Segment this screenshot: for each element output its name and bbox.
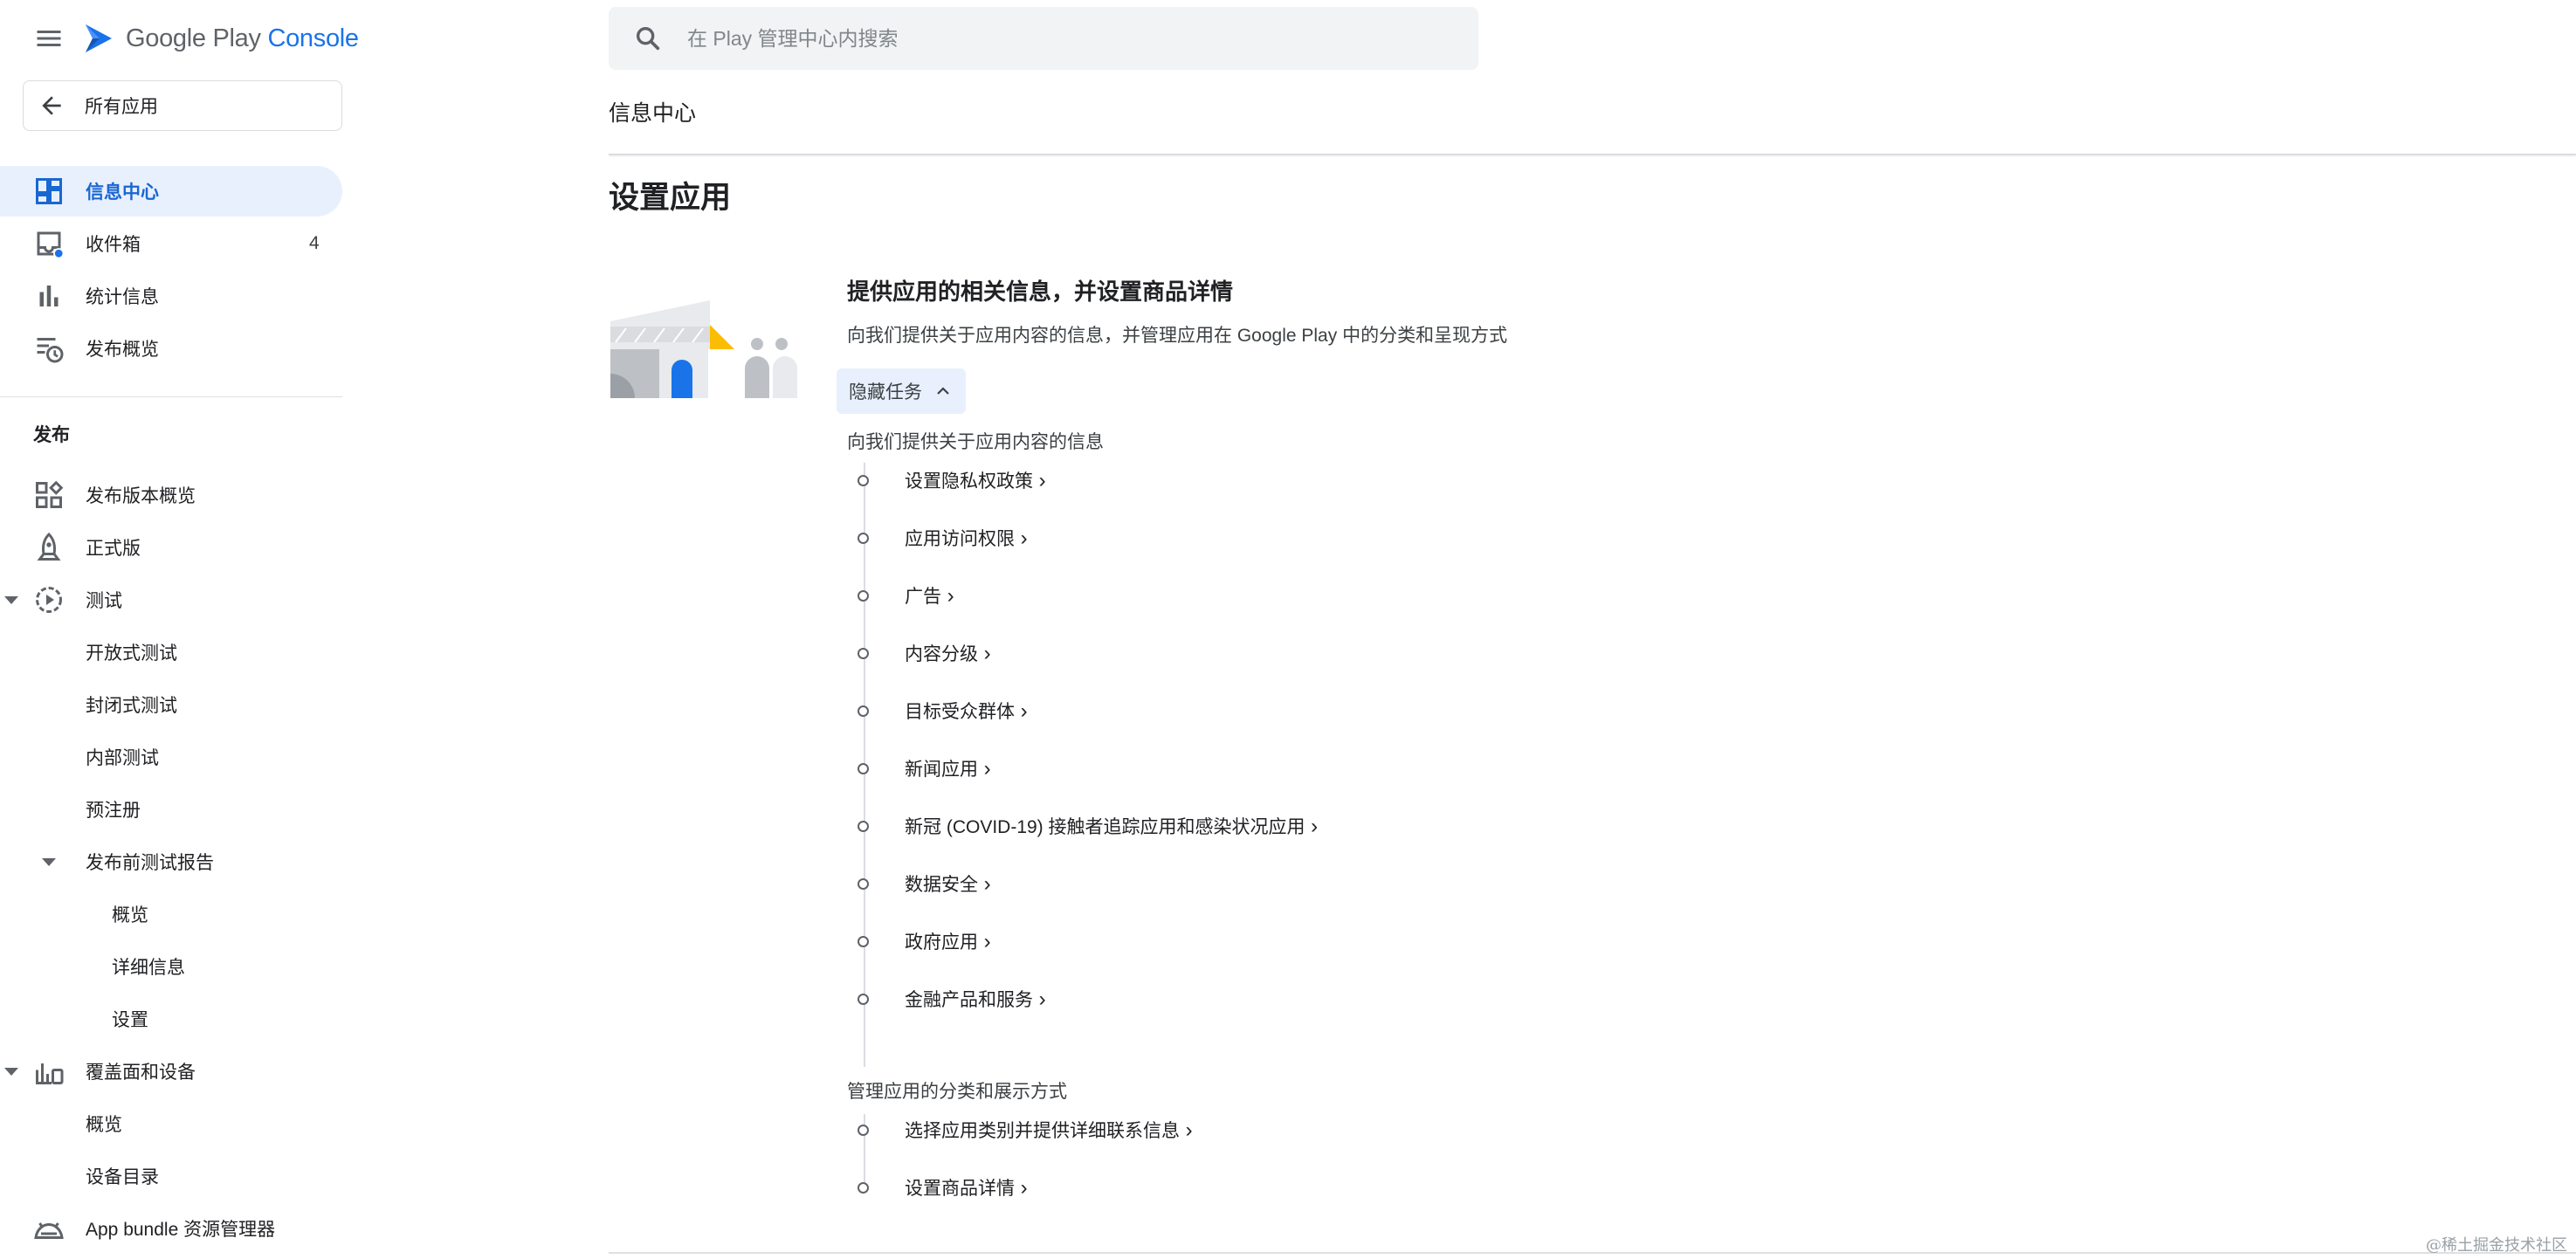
all-apps-button[interactable]: 所有应用 [23, 80, 342, 131]
task-group-label: 管理应用的分类和展示方式 [847, 1082, 1067, 1102]
task-status-dot [858, 1124, 869, 1136]
bar-chart-icon [39, 286, 59, 306]
sidebar-item-label: 概览 [112, 905, 148, 925]
sidebar-item-label: 收件箱 [86, 235, 141, 255]
task-link-label: 目标受众群体 [905, 698, 1028, 724]
production-icon [37, 532, 61, 561]
setup-card-title: 提供应用的相关信息，并设置商品详情 [847, 279, 1234, 305]
breadcrumb-title: 信息中心 [609, 101, 697, 126]
search-bar[interactable] [609, 7, 1478, 70]
inbox-count-badge: 4 [309, 233, 320, 253]
sidebar-item-label: 设备目录 [86, 1167, 159, 1187]
section-divider [609, 1252, 2576, 1254]
task-status-dot [858, 993, 869, 1005]
sidebar-divider [0, 396, 342, 397]
google-play-logo-icon [86, 24, 112, 52]
sidebar-item-label: 设置 [112, 1010, 148, 1030]
caret-down-icon[interactable] [4, 596, 18, 604]
arrow-back-icon [42, 96, 61, 115]
task-status-dot [858, 1181, 869, 1194]
task-group-label: 向我们提供关于应用内容的信息 [847, 432, 1104, 452]
sidebar-item-label: 开放式测试 [86, 643, 177, 664]
dashboard-icon [36, 178, 62, 204]
search-input[interactable] [685, 25, 1457, 52]
logo-text: Google Play Console [126, 24, 359, 52]
task-status-dot [858, 935, 869, 947]
caret-down-icon[interactable] [4, 1068, 18, 1076]
search-icon [636, 26, 660, 51]
task-link-label: 数据安全 [905, 870, 991, 897]
release-section-heading: 发布 [33, 425, 70, 445]
google-play-console-logo[interactable]: Google Play Console [80, 17, 359, 59]
page-title: 设置应用 [609, 181, 732, 215]
task-status-dot [858, 647, 869, 659]
release-overview-icon [36, 480, 64, 508]
reach-devices-icon [36, 1063, 64, 1084]
task-link-label: 选择应用类别并提供详细联系信息 [905, 1117, 1193, 1143]
task-link-label: 应用访问权限 [905, 525, 1028, 551]
task-status-dot [858, 589, 869, 602]
menu-icon[interactable] [33, 23, 65, 54]
task-link-label: 金融产品和服务 [905, 986, 1046, 1012]
chevron-up-icon [937, 387, 949, 395]
setup-card-subtitle: 向我们提供关于应用内容的信息，并管理应用在 Google Play 中的分类和呈… [847, 326, 1508, 346]
task-link-label: 广告 [905, 582, 954, 609]
sidebar: Google Play Console 所有应用 信息中心 收件箱 4 统计信息 [0, 0, 359, 1259]
hide-tasks-label: 隐藏任务 [849, 382, 922, 402]
caret-down-icon[interactable] [42, 858, 56, 866]
sidebar-item-label: 预注册 [86, 801, 141, 821]
app-bundle-icon [34, 1222, 64, 1239]
sidebar-item-dashboard[interactable]: 信息中心 [0, 166, 342, 217]
sidebar-item-label: 正式版 [86, 539, 141, 559]
task-link-label: 设置隐私权政策 [905, 467, 1046, 493]
task-link-label: 内容分级 [905, 640, 991, 666]
task-link-label: 政府应用 [905, 928, 991, 954]
sidebar-item-label: 统计信息 [86, 287, 159, 307]
sidebar-item-label: 信息中心 [86, 182, 159, 203]
sidebar-item-label: App bundle 资源管理器 [86, 1220, 276, 1240]
testing-icon [36, 587, 62, 613]
watermark: @稀土掘金技术社区 [2426, 1236, 2567, 1255]
task-link-label: 设置商品详情 [905, 1174, 1028, 1201]
task-link-label: 新冠 (COVID-19) 接触者追踪应用和感染状况应用 [905, 813, 1318, 839]
task-status-dot [858, 532, 869, 544]
all-apps-label: 所有应用 [85, 97, 158, 117]
sidebar-item-label: 概览 [86, 1115, 122, 1135]
sidebar-item-label: 发布前测试报告 [86, 853, 214, 873]
hide-tasks-button[interactable]: 隐藏任务 [837, 368, 966, 414]
sidebar-item-label: 测试 [86, 591, 122, 611]
task-status-dot [858, 820, 869, 832]
sidebar-item-label: 详细信息 [112, 958, 185, 978]
task-status-dot [858, 474, 869, 486]
app-setup-illustration [610, 300, 797, 398]
task-link-label: 新闻应用 [905, 755, 991, 781]
sidebar-item-label: 发布版本概览 [86, 486, 196, 506]
publishing-overview-icon [37, 338, 64, 363]
header-divider [609, 154, 2576, 155]
task-status-dot [858, 762, 869, 774]
sidebar-item-label: 封闭式测试 [86, 696, 177, 716]
sidebar-item-label: 覆盖面和设备 [86, 1063, 196, 1083]
task-status-dot [858, 705, 869, 717]
sidebar-item-label: 发布概览 [86, 340, 159, 360]
inbox-icon [37, 231, 65, 259]
sidebar-item-label: 内部测试 [86, 748, 159, 768]
task-status-dot [858, 877, 869, 890]
